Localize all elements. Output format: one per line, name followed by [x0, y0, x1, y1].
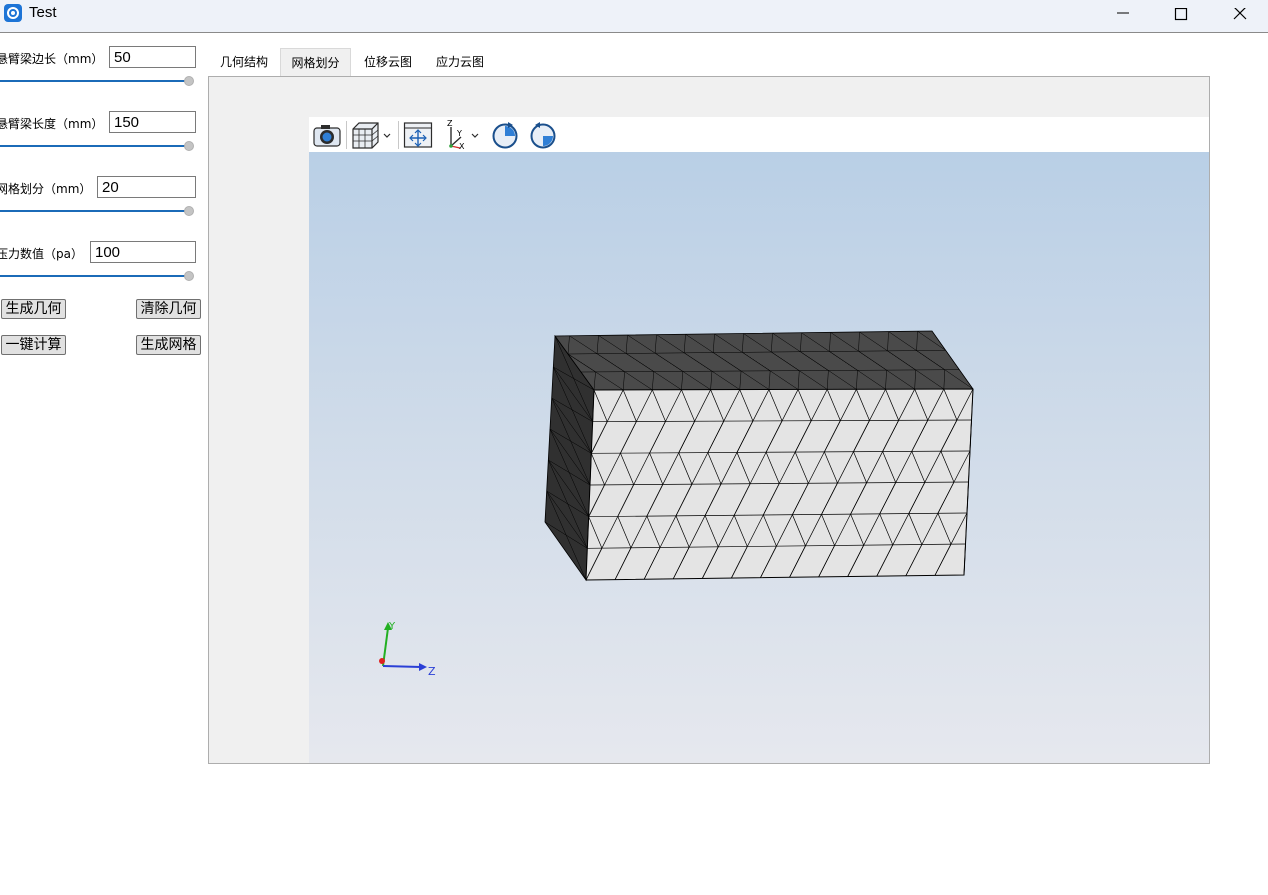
fit-all-icon[interactable]	[403, 120, 433, 150]
camera-icon[interactable]	[311, 120, 343, 150]
beam-top-face	[554, 330, 974, 391]
triad-z-label: Z	[428, 665, 436, 678]
beam-edge-slider[interactable]	[0, 76, 194, 86]
beam-length-slider[interactable]	[0, 141, 194, 151]
generate-mesh-button[interactable]: 生成网格	[136, 335, 201, 355]
view-cube-icon[interactable]	[350, 120, 394, 150]
slider-thumb[interactable]	[184, 206, 194, 216]
beam-edge-input[interactable]	[109, 46, 196, 68]
viewer-3d[interactable]: Z Y X Y Z	[309, 117, 1209, 763]
beam-length-label: 悬臂梁长度（mm）	[0, 117, 104, 131]
slider-track	[0, 80, 188, 82]
tab-stress[interactable]: 应力云图	[425, 48, 495, 76]
rotate-ccw-icon[interactable]	[528, 120, 558, 150]
viewer-toolbar: Z Y X	[309, 117, 1209, 152]
mesh-size-slider[interactable]	[0, 206, 194, 216]
mesh-render: Y Z	[379, 330, 974, 678]
svg-text:Y: Y	[456, 129, 462, 138]
pressure-input[interactable]	[90, 241, 196, 263]
slider-thumb[interactable]	[184, 141, 194, 151]
mesh-size-input[interactable]	[97, 176, 196, 198]
minimize-icon	[1117, 12, 1129, 14]
close-button[interactable]	[1218, 0, 1264, 32]
window-title: Test	[29, 4, 57, 21]
pressure-label: 压力数值（pa）	[0, 247, 83, 261]
svg-text:X: X	[459, 142, 465, 150]
beam-length-input[interactable]	[109, 111, 196, 133]
maximize-button[interactable]	[1158, 0, 1204, 32]
tab-mesh[interactable]: 网格划分	[280, 48, 351, 76]
title-bar: Test	[0, 0, 1268, 33]
pressure-slider[interactable]	[0, 271, 194, 281]
close-icon	[1233, 8, 1247, 20]
rotate-cw-icon[interactable]	[490, 120, 520, 150]
slider-track	[0, 145, 188, 147]
generate-geometry-button[interactable]: 生成几何	[1, 299, 66, 319]
maximize-icon	[1174, 8, 1188, 21]
clear-geometry-button[interactable]: 清除几何	[136, 299, 201, 319]
slider-thumb[interactable]	[184, 271, 194, 281]
slider-track	[0, 210, 188, 212]
triad-y-label: Y	[388, 621, 396, 632]
svg-text:Z: Z	[447, 120, 453, 128]
axis-triad: Y Z	[379, 621, 436, 678]
app-logo-icon	[4, 4, 22, 22]
minimize-button[interactable]	[1100, 0, 1146, 32]
toolbar-separator	[398, 121, 399, 149]
toolbar-separator	[346, 121, 347, 149]
mesh-size-label: 网格划分（mm）	[0, 182, 92, 196]
tab-displacement[interactable]: 位移云图	[353, 48, 423, 76]
slider-thumb[interactable]	[184, 76, 194, 86]
one-click-compute-button[interactable]: 一键计算	[1, 335, 66, 355]
tab-geometry[interactable]: 几何结构	[210, 48, 278, 76]
render-canvas[interactable]: Y Z	[309, 152, 1209, 763]
slider-track	[0, 275, 188, 277]
beam-edge-label: 悬臂梁边长（mm）	[0, 52, 104, 66]
axis-triad-icon[interactable]: Z Y X	[443, 120, 483, 150]
